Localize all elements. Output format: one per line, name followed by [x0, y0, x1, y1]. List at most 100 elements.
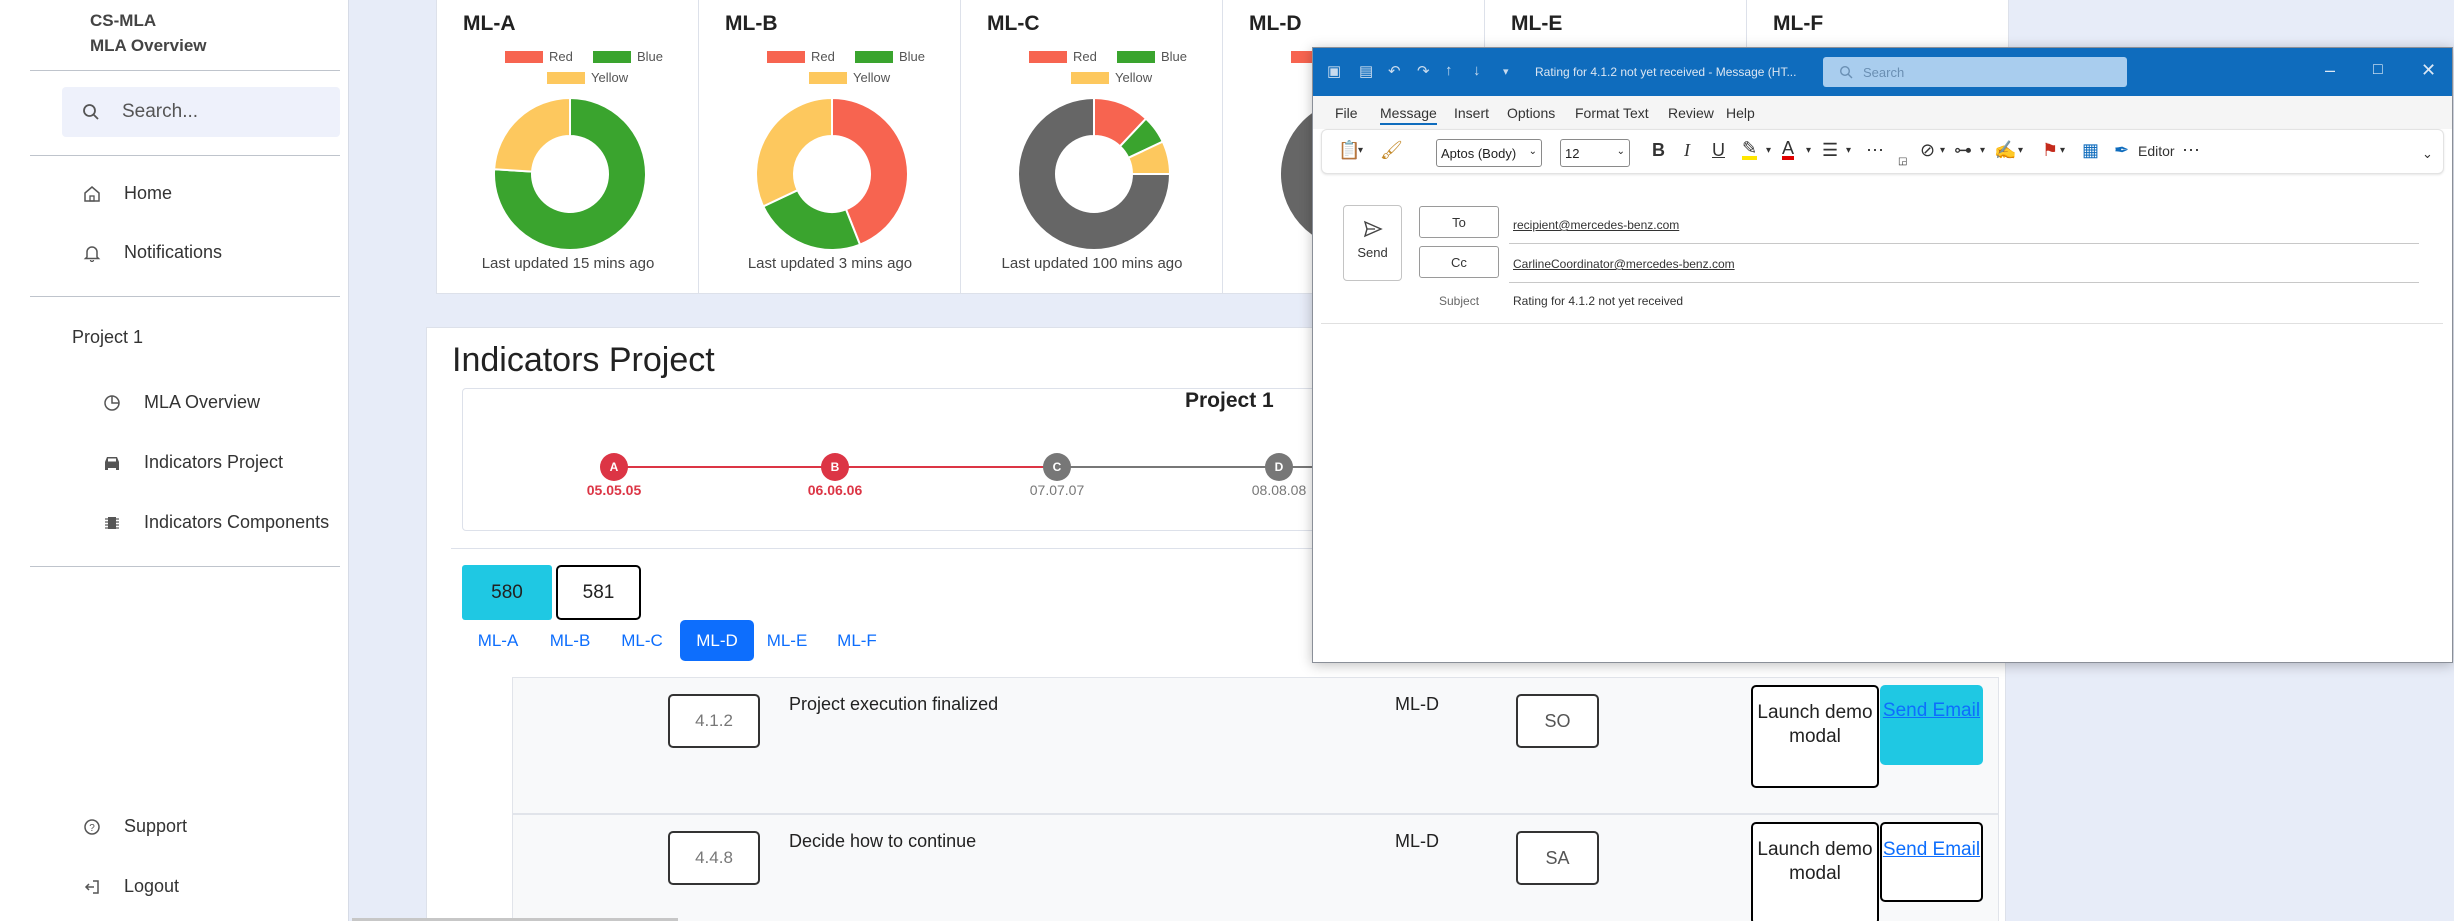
- menu-format-text[interactable]: Format Text: [1575, 105, 1649, 121]
- send-email-button[interactable]: Send Email: [1880, 822, 1983, 902]
- font-color-icon[interactable]: A: [1782, 139, 1795, 160]
- chevron-down-icon[interactable]: ▾: [1846, 145, 1851, 156]
- tab-ml-b[interactable]: ML-B: [540, 620, 600, 661]
- maximize-icon[interactable]: □: [2373, 61, 2383, 79]
- font-name-value: Aptos (Body): [1441, 146, 1517, 161]
- send-email-button[interactable]: Send Email: [1880, 685, 1983, 765]
- link-icon[interactable]: ⊶: [1954, 140, 1972, 161]
- subject-field[interactable]: Rating for 4.1.2 not yet received: [1513, 294, 1683, 308]
- chevron-down-icon[interactable]: ▾: [2018, 145, 2023, 156]
- chevron-down-icon[interactable]: ▾: [1806, 145, 1811, 156]
- legend-label: Yellow: [853, 70, 891, 85]
- to-field[interactable]: recipient@mercedes-benz.com: [1513, 218, 1679, 232]
- minimize-icon[interactable]: –: [2325, 60, 2335, 81]
- underline-icon[interactable]: U: [1712, 140, 1725, 161]
- legend-item-yellow: Yellow: [809, 70, 890, 85]
- legend-label: Red: [811, 49, 835, 64]
- tab-ml-f[interactable]: ML-F: [827, 620, 887, 661]
- chart-title: ML-D: [1249, 12, 1302, 35]
- message-body[interactable]: [1323, 328, 2441, 658]
- customize-icon[interactable]: ▾: [1503, 65, 1509, 78]
- search-input[interactable]: [122, 99, 322, 125]
- indicator-id: 4.4.8: [668, 831, 760, 885]
- legend-label: Yellow: [591, 70, 629, 85]
- indicator-code: SA: [1516, 831, 1599, 885]
- bold-icon[interactable]: B: [1652, 140, 1665, 161]
- chevron-down-icon[interactable]: ▾: [2060, 145, 2065, 156]
- arrow-up-icon[interactable]: ↑: [1445, 62, 1453, 79]
- italic-icon[interactable]: I: [1684, 140, 1690, 161]
- menu-message[interactable]: Message: [1380, 105, 1437, 125]
- menu-file[interactable]: File: [1335, 105, 1358, 121]
- launch-demo-modal-button[interactable]: Launch demo modal: [1751, 822, 1879, 921]
- highlight-icon[interactable]: ✎: [1742, 139, 1758, 160]
- close-icon[interactable]: ✕: [2421, 60, 2436, 81]
- nav-mla-overview[interactable]: MLA Overview: [92, 392, 260, 413]
- milestone-b: B: [821, 453, 849, 481]
- number-button-581[interactable]: 581: [556, 565, 641, 620]
- redo-icon[interactable]: ↷: [1417, 62, 1430, 80]
- outlook-search[interactable]: Search: [1823, 57, 2127, 87]
- more-icon[interactable]: ⋯: [1866, 140, 1884, 161]
- svg-text:?: ?: [89, 823, 95, 834]
- donut-chart: [755, 96, 909, 251]
- nav-indicators-components[interactable]: Indicators Components: [92, 512, 329, 533]
- chart-title: ML-C: [987, 12, 1040, 35]
- save-icon[interactable]: ▤: [1359, 62, 1373, 80]
- send-button[interactable]: Send: [1343, 205, 1402, 281]
- apps-icon[interactable]: ▦: [2082, 140, 2099, 161]
- launch-demo-modal-button[interactable]: Launch demo modal: [1751, 685, 1879, 788]
- cc-button[interactable]: Cc: [1419, 246, 1499, 278]
- undo-icon[interactable]: ↶: [1388, 62, 1401, 80]
- menu-insert[interactable]: Insert: [1454, 105, 1489, 121]
- nav-notifications[interactable]: Notifications: [72, 242, 222, 263]
- nav-mla-overview-label: MLA Overview: [144, 392, 261, 412]
- to-button[interactable]: To: [1419, 206, 1499, 238]
- page-title: Indicators Project: [452, 341, 715, 379]
- tab-ml-e[interactable]: ML-E: [757, 620, 817, 661]
- chevron-down-icon[interactable]: ▾: [1358, 145, 1363, 156]
- editor-icon[interactable]: ✒: [2114, 140, 2129, 161]
- menu-review[interactable]: Review: [1668, 105, 1714, 121]
- donut-chart: [493, 96, 647, 251]
- chevron-down-icon[interactable]: ▾: [1980, 145, 1985, 156]
- editor-label[interactable]: Editor: [2138, 143, 2175, 159]
- chevron-down-icon: ⌄: [1616, 146, 1625, 157]
- legend-item-blue: Blue: [1117, 49, 1187, 64]
- cc-field[interactable]: CarlineCoordinator@mercedes-benz.com: [1513, 257, 1735, 271]
- legend-swatch: [855, 50, 893, 63]
- flag-icon[interactable]: ⚑: [2042, 140, 2058, 161]
- signature-icon[interactable]: ✍: [1994, 140, 2016, 161]
- donut-card-ml-c: ML-C Red Blue Yellow Last updated 100 mins a…: [961, 0, 1223, 294]
- chevron-down-icon[interactable]: ⌄: [2422, 146, 2433, 162]
- legend-label: Red: [1073, 49, 1097, 64]
- nav-logout[interactable]: Logout: [72, 876, 179, 897]
- chart-title: ML-E: [1511, 12, 1563, 35]
- menu-options[interactable]: Options: [1507, 105, 1555, 121]
- attach-icon[interactable]: ⊘: [1920, 140, 1935, 161]
- nav-support[interactable]: ? Support: [72, 816, 187, 837]
- arrow-down-icon[interactable]: ↓: [1473, 62, 1481, 79]
- divider: [30, 70, 340, 71]
- app-icon: ▣: [1327, 63, 1342, 80]
- format-painter-icon[interactable]: 🖌: [1380, 140, 1403, 161]
- dialog-launcher-icon[interactable]: ◲: [1898, 156, 1907, 167]
- more-icon[interactable]: ⋯: [2182, 140, 2200, 161]
- nav-home[interactable]: Home: [72, 183, 172, 204]
- font-size-value: 12: [1565, 146, 1580, 161]
- chevron-down-icon[interactable]: ▾: [1940, 145, 1945, 156]
- tab-ml-d[interactable]: ML-D: [680, 620, 754, 661]
- bullets-icon[interactable]: ☰: [1822, 140, 1838, 161]
- sidebar: CS-MLA MLA Overview Home Notifications P…: [0, 0, 349, 921]
- nav-home-label: Home: [124, 183, 173, 203]
- tab-ml-c[interactable]: ML-C: [612, 620, 672, 661]
- sidebar-search[interactable]: [62, 87, 340, 137]
- number-button-580[interactable]: 580: [462, 565, 552, 620]
- nav-indicators-project[interactable]: Indicators Project: [92, 452, 283, 473]
- font-name-select[interactable]: Aptos (Body) ⌄: [1436, 139, 1542, 167]
- donut-slice-yellow: [493, 96, 571, 173]
- menu-help[interactable]: Help: [1726, 105, 1755, 121]
- chevron-down-icon[interactable]: ▾: [1766, 145, 1771, 156]
- font-size-select[interactable]: 12 ⌄: [1560, 139, 1630, 167]
- tab-ml-a[interactable]: ML-A: [468, 620, 528, 661]
